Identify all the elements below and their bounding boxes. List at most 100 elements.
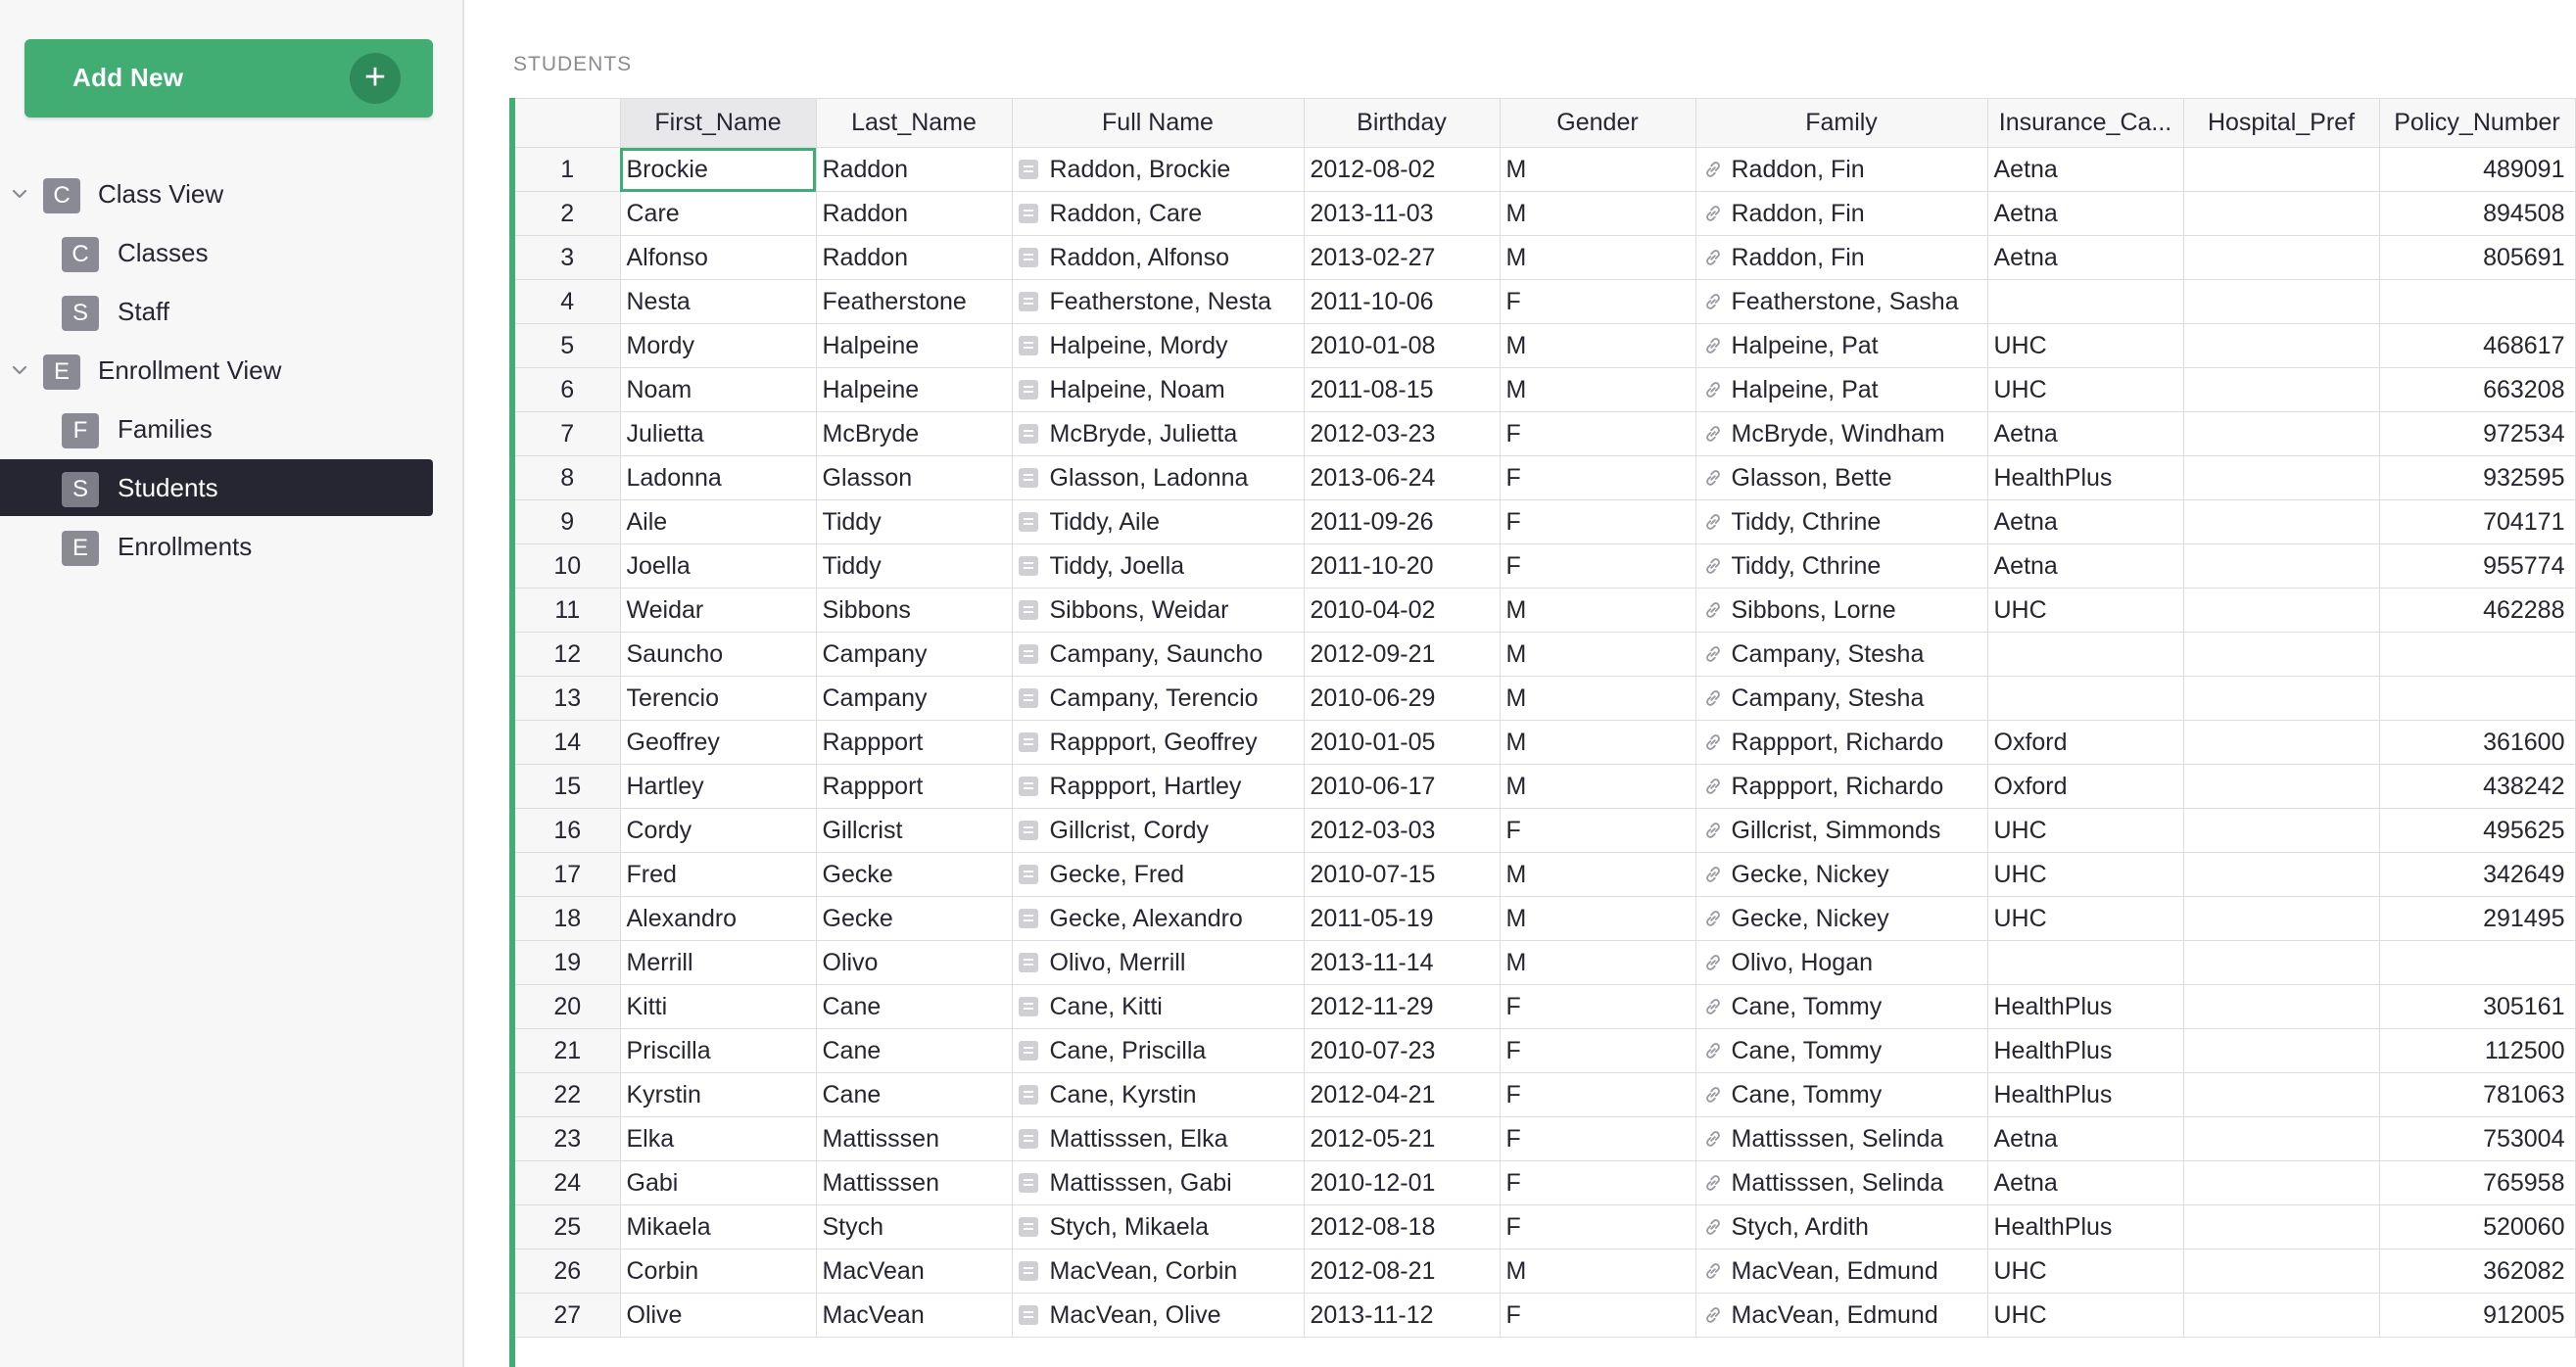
insurance-cell[interactable]: UHC	[1987, 808, 2184, 853]
policy-number-cell[interactable]: 753004	[2379, 1116, 2576, 1161]
link-icon[interactable]	[1702, 729, 1732, 756]
last-name-cell[interactable]: MacVean	[816, 1249, 1013, 1294]
gender-cell[interactable]: F	[1500, 1072, 1696, 1117]
add-new-button[interactable]: Add New +	[24, 39, 433, 118]
insurance-cell[interactable]: Aetna	[1987, 1160, 2184, 1205]
birthday-cell[interactable]: 2010-04-02	[1304, 588, 1501, 633]
gender-cell[interactable]: F	[1500, 1116, 1696, 1161]
column-header-hospital-pref[interactable]: Hospital_Pref	[2183, 98, 2380, 148]
row-number[interactable]: 10	[515, 543, 621, 589]
link-icon[interactable]	[1702, 1125, 1732, 1153]
row-number[interactable]: 4	[515, 279, 621, 324]
gender-cell[interactable]: F	[1500, 808, 1696, 853]
column-header-last-name[interactable]: Last_Name	[816, 98, 1013, 148]
hospital-pref-cell[interactable]	[2183, 764, 2380, 809]
link-icon[interactable]	[1702, 1301, 1732, 1329]
family-cell[interactable]: Stych, Ardith	[1695, 1204, 1988, 1249]
hospital-pref-cell[interactable]	[2183, 1116, 2380, 1161]
first-name-cell[interactable]: Ladonna	[620, 455, 817, 500]
last-name-cell[interactable]: McBryde	[816, 411, 1013, 456]
birthday-cell[interactable]: 2010-07-15	[1304, 852, 1501, 897]
link-icon[interactable]	[1702, 464, 1732, 492]
hospital-pref-cell[interactable]	[2183, 147, 2380, 192]
birthday-cell[interactable]: 2010-12-01	[1304, 1160, 1501, 1205]
hospital-pref-cell[interactable]	[2183, 1028, 2380, 1073]
first-name-cell[interactable]: Sauncho	[620, 632, 817, 677]
row-number[interactable]: 12	[515, 632, 621, 677]
first-name-cell[interactable]: Nesta	[620, 279, 817, 324]
hospital-pref-cell[interactable]	[2183, 499, 2380, 544]
row-number[interactable]: 3	[515, 235, 621, 280]
link-icon[interactable]	[1702, 332, 1732, 359]
row-number[interactable]: 25	[515, 1204, 621, 1249]
link-icon[interactable]	[1702, 376, 1732, 403]
gender-cell[interactable]: F	[1500, 279, 1696, 324]
birthday-cell[interactable]: 2010-06-29	[1304, 676, 1501, 721]
gender-cell[interactable]: F	[1500, 1028, 1696, 1073]
family-cell[interactable]: Raddon, Fin	[1695, 191, 1988, 236]
full-name-cell[interactable]: Gillcrist, Cordy	[1012, 808, 1305, 853]
family-cell[interactable]: Cane, Tommy	[1695, 1072, 1988, 1117]
birthday-cell[interactable]: 2012-03-03	[1304, 808, 1501, 853]
last-name-cell[interactable]: Gillcrist	[816, 808, 1013, 853]
policy-number-cell[interactable]	[2379, 676, 2576, 721]
first-name-cell[interactable]: Alfonso	[620, 235, 817, 280]
first-name-cell[interactable]: Alexandro	[620, 896, 817, 941]
birthday-cell[interactable]: 2011-10-06	[1304, 279, 1501, 324]
family-cell[interactable]: Rappport, Richardo	[1695, 764, 1988, 809]
hospital-pref-cell[interactable]	[2183, 235, 2380, 280]
full-name-cell[interactable]: MacVean, Olive	[1012, 1293, 1305, 1338]
sidebar-item-students[interactable]: S Students	[0, 459, 433, 516]
link-icon[interactable]	[1702, 905, 1732, 932]
gender-cell[interactable]: M	[1500, 147, 1696, 192]
row-number[interactable]: 26	[515, 1249, 621, 1294]
row-number[interactable]: 5	[515, 323, 621, 368]
link-icon[interactable]	[1702, 552, 1732, 580]
last-name-cell[interactable]: Gecke	[816, 896, 1013, 941]
row-number[interactable]: 6	[515, 367, 621, 412]
birthday-cell[interactable]: 2010-01-05	[1304, 720, 1501, 765]
last-name-cell[interactable]: Gecke	[816, 852, 1013, 897]
gender-cell[interactable]: F	[1500, 1293, 1696, 1338]
first-name-cell[interactable]: Olive	[620, 1293, 817, 1338]
gender-cell[interactable]: F	[1500, 1204, 1696, 1249]
full-name-cell[interactable]: Tiddy, Aile	[1012, 499, 1305, 544]
full-name-cell[interactable]: Mattisssen, Elka	[1012, 1116, 1305, 1161]
insurance-cell[interactable]: UHC	[1987, 588, 2184, 633]
column-header-policy-number[interactable]: Policy_Number	[2379, 98, 2576, 148]
link-icon[interactable]	[1702, 993, 1732, 1020]
link-icon[interactable]	[1702, 156, 1732, 183]
birthday-cell[interactable]: 2011-10-20	[1304, 543, 1501, 589]
gender-cell[interactable]: M	[1500, 191, 1696, 236]
hospital-pref-cell[interactable]	[2183, 1293, 2380, 1338]
last-name-cell[interactable]: Mattisssen	[816, 1160, 1013, 1205]
full-name-cell[interactable]: Gecke, Fred	[1012, 852, 1305, 897]
family-cell[interactable]: Glasson, Bette	[1695, 455, 1988, 500]
first-name-cell[interactable]: Kyrstin	[620, 1072, 817, 1117]
first-name-cell[interactable]: Joella	[620, 543, 817, 589]
policy-number-cell[interactable]: 781063	[2379, 1072, 2576, 1117]
link-icon[interactable]	[1702, 773, 1732, 800]
family-cell[interactable]: Gecke, Nickey	[1695, 896, 1988, 941]
row-number[interactable]: 16	[515, 808, 621, 853]
insurance-cell[interactable]: UHC	[1987, 1293, 2184, 1338]
gender-cell[interactable]: M	[1500, 588, 1696, 633]
last-name-cell[interactable]: Campany	[816, 676, 1013, 721]
column-header-full-name[interactable]: Full Name	[1012, 98, 1305, 148]
last-name-cell[interactable]: Tiddy	[816, 543, 1013, 589]
policy-number-cell[interactable]: 305161	[2379, 984, 2576, 1029]
row-number[interactable]: 13	[515, 676, 621, 721]
birthday-cell[interactable]: 2012-09-21	[1304, 632, 1501, 677]
full-name-cell[interactable]: Rappport, Geoffrey	[1012, 720, 1305, 765]
policy-number-cell[interactable]: 663208	[2379, 367, 2576, 412]
policy-number-cell[interactable]: 704171	[2379, 499, 2576, 544]
family-cell[interactable]: Raddon, Fin	[1695, 235, 1988, 280]
insurance-cell[interactable]: UHC	[1987, 852, 2184, 897]
full-name-cell[interactable]: Halpeine, Noam	[1012, 367, 1305, 412]
hospital-pref-cell[interactable]	[2183, 191, 2380, 236]
gender-cell[interactable]: F	[1500, 984, 1696, 1029]
first-name-cell[interactable]: Aile	[620, 499, 817, 544]
last-name-cell[interactable]: Campany	[816, 632, 1013, 677]
family-cell[interactable]: Mattisssen, Selinda	[1695, 1116, 1988, 1161]
full-name-cell[interactable]: Mattisssen, Gabi	[1012, 1160, 1305, 1205]
